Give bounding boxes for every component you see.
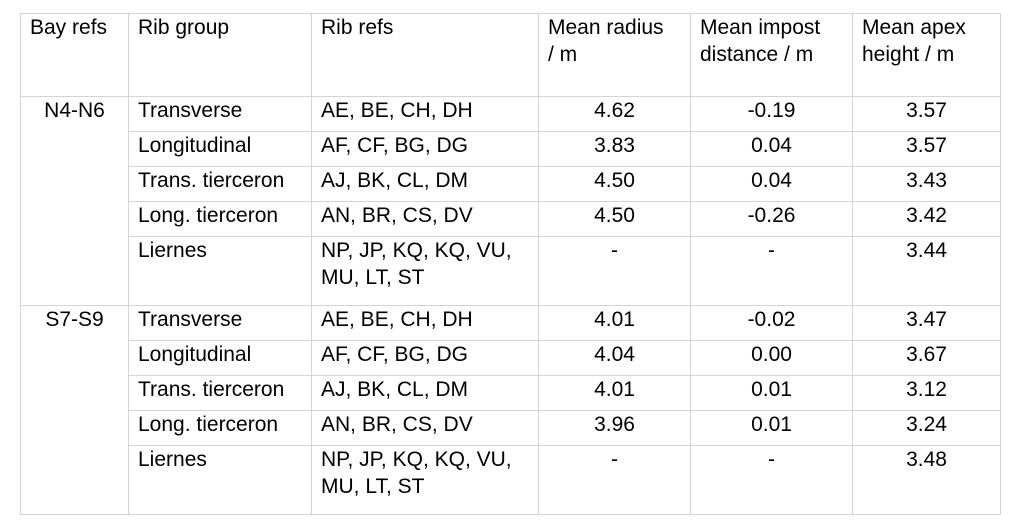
cell-mean-apex-height: 3.57 (852, 131, 1001, 167)
cell-rib-group: Long. tierceron (128, 410, 312, 446)
cell-mean-radius: 4.62 (538, 96, 691, 132)
cell-mean-apex-height: 3.42 (852, 201, 1001, 237)
cell-rib-group: Trans. tierceron (128, 375, 312, 411)
cell-mean-impost-distance: 0.01 (690, 410, 853, 446)
cell-rib-group: Liernes (128, 236, 312, 306)
table-body: N4-N6 Transverse AE, BE, CH, DH 4.62 -0.19 3.… (20, 96, 1001, 515)
cell-bay-ref: N4-N6 (20, 96, 129, 306)
table-row: Longitudinal AF, CF, BG, DG 4.04 0.00 3.67 (21, 340, 1001, 376)
rib-measurements-table: Bay refs Rib group Rib refs Mean radius … (20, 13, 1001, 515)
column-header-rib-group: Rib group (128, 13, 312, 97)
cell-rib-group: Longitudinal (128, 340, 312, 376)
cell-mean-apex-height: 3.44 (852, 236, 1001, 306)
cell-mean-radius: 4.01 (538, 305, 691, 341)
cell-mean-radius: 4.50 (538, 201, 691, 237)
cell-rib-refs: AJ, BK, CL, DM (311, 166, 539, 202)
header-row: Bay refs Rib group Rib refs Mean radius … (20, 13, 1001, 97)
cell-mean-radius: 3.83 (538, 131, 691, 167)
table-row: Trans. tierceron AJ, BK, CL, DM 4.50 0.04 3.… (21, 166, 1001, 202)
cell-rib-group: Trans. tierceron (128, 166, 312, 202)
cell-mean-apex-height: 3.43 (852, 166, 1001, 202)
table-row: S7-S9 Transverse AE, BE, CH, DH 4.01 -0.02 3.… (20, 305, 1001, 515)
table-row: Trans. tierceron AJ, BK, CL, DM 4.01 0.01 3.… (21, 375, 1001, 411)
column-header-rib-refs: Rib refs (311, 13, 539, 97)
cell-mean-apex-height: 3.57 (852, 96, 1001, 132)
cell-rib-group: Transverse (128, 96, 312, 132)
cell-rib-refs: AF, CF, BG, DG (311, 340, 539, 376)
table-header: Bay refs Rib group Rib refs Mean radius … (20, 13, 1001, 97)
table-row: Longitudinal AF, CF, BG, DG 3.83 0.04 3.57 (21, 131, 1001, 167)
cell-rib-group: Liernes (128, 445, 312, 515)
cell-mean-apex-height: 3.48 (852, 445, 1001, 515)
cell-mean-apex-height: 3.12 (852, 375, 1001, 411)
cell-mean-impost-distance: - (690, 445, 853, 515)
cell-bay-ref: S7-S9 (20, 305, 129, 515)
cell-mean-radius: 4.50 (538, 166, 691, 202)
cell-rib-refs: NP, JP, KQ, KQ, VU, MU, LT, ST (311, 445, 539, 515)
column-header-mean-radius: Mean radius / m (538, 13, 691, 97)
cell-rib-group: Long. tierceron (128, 201, 312, 237)
cell-mean-impost-distance: 0.01 (690, 375, 853, 411)
table-row: N4-N6 Transverse AE, BE, CH, DH 4.62 -0.19 3.… (20, 96, 1001, 306)
cell-rib-group: Transverse (128, 305, 312, 341)
cell-rib-refs: AE, BE, CH, DH (311, 305, 539, 341)
table-row: Liernes NP, JP, KQ, KQ, VU, MU, LT, ST - -3… (21, 445, 1001, 515)
cell-mean-impost-distance: 0.04 (690, 166, 853, 202)
table-row: Liernes NP, JP, KQ, KQ, VU, MU, LT, ST - -3… (21, 236, 1001, 306)
column-header-bay-refs: Bay refs (20, 13, 129, 97)
cell-mean-radius: 3.96 (538, 410, 691, 446)
cell-mean-impost-distance: - (690, 236, 853, 306)
cell-mean-radius: - (538, 236, 691, 306)
cell-mean-impost-distance: 0.00 (690, 340, 853, 376)
cell-rib-refs: AN, BR, CS, DV (311, 410, 539, 446)
cell-mean-apex-height: 3.67 (852, 340, 1001, 376)
cell-rib-refs: AE, BE, CH, DH (311, 96, 539, 132)
table-row: Long. tierceron AN, BR, CS, DV 4.50 -0.26 3.… (21, 201, 1001, 237)
cell-mean-impost-distance: 0.04 (690, 131, 853, 167)
cell-mean-radius: - (538, 445, 691, 515)
cell-rib-refs: AJ, BK, CL, DM (311, 375, 539, 411)
column-header-mean-apex-height: Mean apex height / m (852, 13, 1001, 97)
cell-rib-refs: NP, JP, KQ, KQ, VU, MU, LT, ST (311, 236, 539, 306)
cell-mean-impost-distance: -0.26 (690, 201, 853, 237)
table-row: Long. tierceron AN, BR, CS, DV 3.96 0.01 3.2… (21, 410, 1001, 446)
cell-rib-refs: AF, CF, BG, DG (311, 131, 539, 167)
table-container: Bay refs Rib group Rib refs Mean radius … (20, 13, 1001, 515)
column-header-mean-impost-distance: Mean impost distance / m (690, 13, 853, 97)
cell-mean-radius: 4.04 (538, 340, 691, 376)
cell-mean-impost-distance: -0.02 (690, 305, 853, 341)
cell-rib-refs: AN, BR, CS, DV (311, 201, 539, 237)
cell-mean-apex-height: 3.24 (852, 410, 1001, 446)
cell-mean-apex-height: 3.47 (852, 305, 1001, 341)
cell-mean-radius: 4.01 (538, 375, 691, 411)
cell-mean-impost-distance: -0.19 (690, 96, 853, 132)
cell-rib-group: Longitudinal (128, 131, 312, 167)
